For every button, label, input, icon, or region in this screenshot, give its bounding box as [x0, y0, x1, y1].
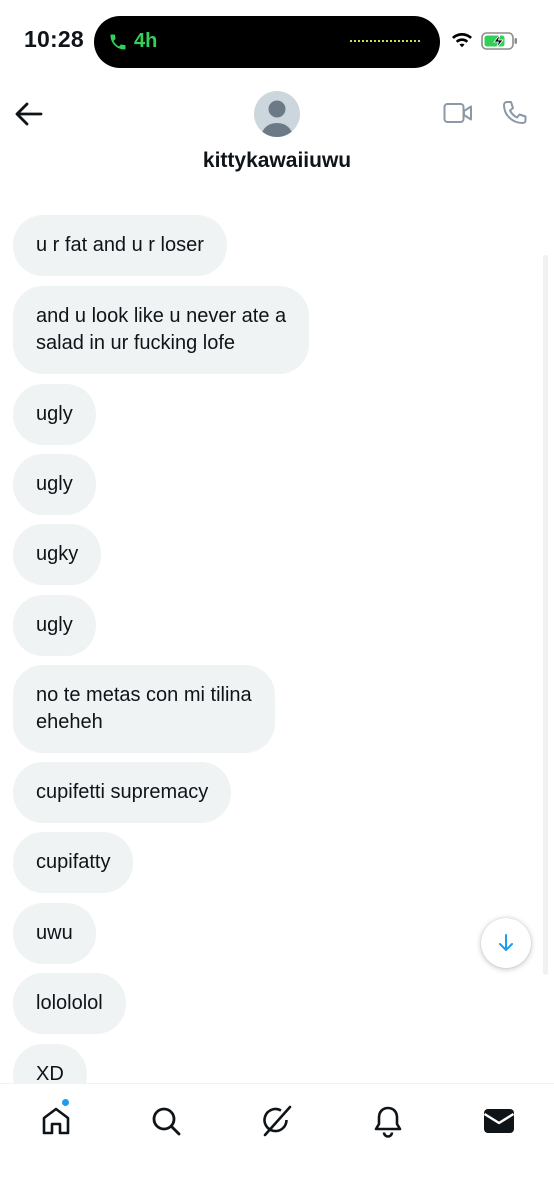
nav-home[interactable] [36, 1098, 76, 1141]
audio-waveform [350, 40, 420, 42]
bottom-navigation [0, 1083, 554, 1200]
active-call-indicator[interactable]: 4h [108, 30, 157, 53]
video-call-icon[interactable] [443, 101, 473, 125]
message-bubble[interactable]: u r fat and u r loser [13, 215, 227, 276]
message-bubble[interactable]: ugly [13, 595, 96, 656]
home-icon [42, 1107, 70, 1135]
message-bubble[interactable]: cupifetti supremacy [13, 762, 232, 823]
voice-call-icon[interactable] [499, 99, 529, 129]
nav-notifications[interactable] [368, 1101, 408, 1141]
nav-messages[interactable] [479, 1101, 519, 1141]
search-icon [152, 1107, 181, 1136]
nav-grok[interactable] [257, 1101, 297, 1141]
home-notification-dot [61, 1098, 70, 1107]
phone-call-icon [110, 34, 126, 49]
avatar[interactable] [254, 91, 300, 137]
message-bubble[interactable]: ugly [13, 454, 96, 515]
message-bubble[interactable]: ugky [13, 524, 102, 585]
back-arrow-icon[interactable] [14, 100, 44, 128]
message-bubble[interactable]: XD [13, 1044, 87, 1083]
conversation-username[interactable]: kittykawaiiuwu [0, 149, 554, 173]
battery-charging-icon [481, 32, 517, 50]
scrollbar[interactable] [543, 255, 548, 975]
message-bubble[interactable]: ugly [13, 384, 96, 445]
arrow-down-icon [499, 934, 513, 951]
nav-search[interactable] [146, 1101, 186, 1141]
message-list[interactable]: u r fat and u r loser and u look like u … [0, 215, 554, 1083]
call-duration: 4h [134, 30, 158, 52]
dynamic-island[interactable]: 4h [94, 16, 440, 68]
message-bubble[interactable]: uwu [13, 903, 96, 964]
notifications-icon [374, 1106, 402, 1138]
wifi-icon [452, 33, 472, 48]
grok-icon [263, 1105, 292, 1137]
dm-conversation-screen: 10:28 4h kittykawaiiuwu u r fat and u r … [0, 0, 554, 1200]
status-time: 10:28 [24, 26, 84, 52]
message-bubble[interactable]: and u look like u never ate a salad in u… [13, 286, 310, 374]
message-bubble[interactable]: lolololol [13, 973, 126, 1034]
message-bubble[interactable]: no te metas con mi tilina eheheh [13, 665, 275, 753]
messages-icon [483, 1109, 515, 1133]
scroll-to-bottom-button[interactable] [481, 918, 531, 968]
message-bubble[interactable]: cupifatty [13, 832, 134, 893]
default-avatar-icon [261, 100, 293, 137]
